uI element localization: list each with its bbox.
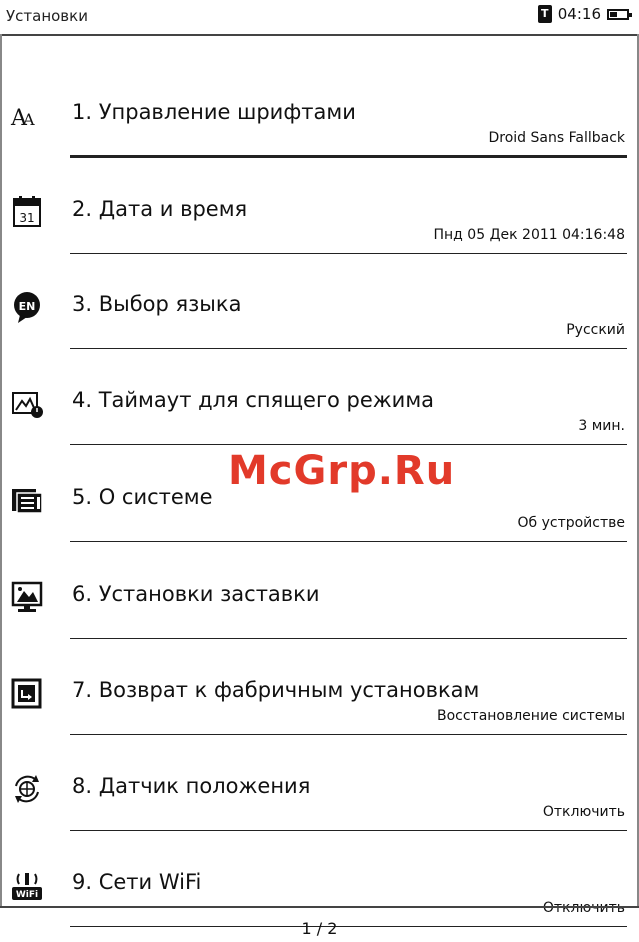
setting-item-screensaver[interactable]: 6. Установки заставки: [2, 546, 639, 642]
setting-label: 3. Выбор языка: [72, 292, 242, 316]
setting-label: 1. Управление шрифтами: [72, 100, 356, 124]
page-indicator[interactable]: 1 / 2: [0, 919, 639, 938]
factory-reset-icon: [11, 678, 42, 709]
language-icon-text: EN: [19, 300, 36, 313]
setting-item-language[interactable]: EN 3. Выбор языка Русский: [2, 256, 639, 352]
wifi-icon-text: WiFi: [16, 890, 38, 900]
setting-label: 5. О системе: [72, 485, 213, 509]
divider: [70, 253, 627, 254]
system-info-icon: [12, 489, 43, 514]
divider: [70, 734, 627, 735]
setting-value: Пнд 05 Дек 2011 04:16:48: [433, 227, 626, 243]
setting-label: 4. Таймаут для спящего режима: [72, 388, 435, 412]
setting-item-factory-reset[interactable]: 7. Возврат к фабричным установкам Восста…: [2, 642, 639, 738]
watermark: McGrp.Ru: [228, 448, 456, 494]
calendar-icon: 31: [13, 196, 41, 227]
status-bar: Установки T 04:16: [0, 0, 639, 36]
setting-label: 2. Дата и время: [72, 197, 248, 221]
setting-label: 7. Возврат к фабричным установкам: [72, 678, 480, 702]
divider: [70, 155, 627, 158]
orientation-sensor-icon: [15, 775, 39, 803]
language-icon: EN: [14, 292, 40, 323]
page-title: Установки: [6, 7, 88, 25]
wifi-icon: WiFi: [12, 873, 42, 900]
status-indicators: T 04:16: [537, 5, 632, 23]
setting-value: Русский: [566, 322, 625, 338]
setting-value: Droid Sans Fallback: [488, 130, 626, 146]
divider: [70, 444, 627, 445]
setting-label: 9. Сети WiFi: [72, 870, 202, 894]
calendar-icon-text: 31: [19, 211, 34, 225]
font-icon: A A: [10, 106, 35, 131]
setting-value: Восстановление системы: [436, 708, 625, 724]
divider: [70, 541, 627, 542]
book-icon: T: [537, 5, 552, 23]
setting-item-sleep-timeout[interactable]: 4. Таймаут для спящего режима 3 мин.: [2, 352, 639, 448]
setting-item-fonts[interactable]: A A 1. Управление шрифтами Droid Sans Fa…: [2, 64, 639, 160]
divider: [70, 348, 627, 349]
setting-item-orientation-sensor[interactable]: 8. Датчик положения Отключить: [2, 738, 639, 834]
sleep-timeout-icon: [12, 392, 43, 418]
battery-icon: [607, 8, 632, 20]
setting-value: Отключить: [542, 804, 625, 820]
divider: [70, 638, 627, 639]
divider: [70, 830, 627, 831]
setting-item-date-time[interactable]: 31 2. Дата и время Пнд 05 Дек 2011 04:16…: [2, 161, 639, 257]
clock: 04:16: [557, 5, 601, 23]
setting-label: 6. Установки заставки: [72, 582, 320, 606]
setting-label: 8. Датчик положения: [72, 774, 311, 798]
svg-text:A: A: [22, 110, 35, 129]
pagination-bar: 1 / 2: [0, 906, 639, 942]
screensaver-icon: [11, 581, 43, 612]
setting-value: Об устройстве: [517, 515, 625, 531]
setting-value: 3 мин.: [578, 418, 625, 434]
